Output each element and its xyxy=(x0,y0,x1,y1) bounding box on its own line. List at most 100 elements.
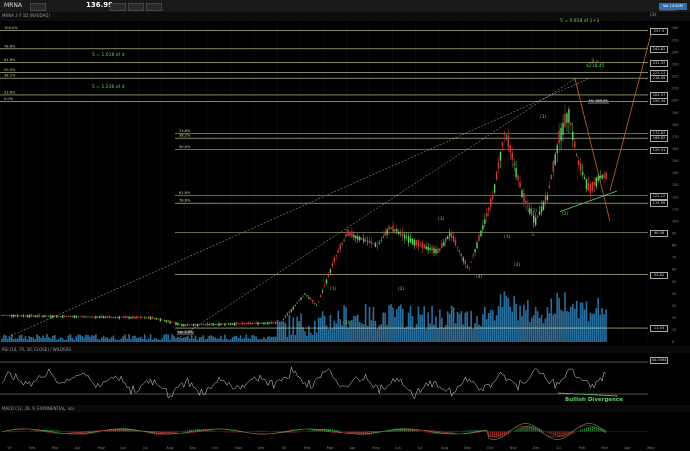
candle-body xyxy=(497,162,500,169)
volume-bar xyxy=(333,320,336,342)
volume-bar xyxy=(575,300,578,342)
candle-body xyxy=(52,315,54,318)
macd-histogram-bar xyxy=(558,431,560,437)
candle-body xyxy=(114,317,117,318)
volume-bar xyxy=(405,326,408,342)
candle-body xyxy=(155,317,158,320)
volume-bar xyxy=(573,308,576,342)
macd-histogram-bar xyxy=(452,431,455,433)
date-tick: Apr xyxy=(350,446,357,450)
volume-bar xyxy=(177,336,179,342)
macd-histogram-bar xyxy=(509,431,511,433)
volume-bar xyxy=(431,305,433,342)
volume-bar xyxy=(581,302,584,342)
volume-bar xyxy=(251,335,254,342)
volume-bar xyxy=(224,334,226,342)
candle-body xyxy=(362,238,365,242)
fib-label: 23.6% xyxy=(179,129,191,133)
candle-body xyxy=(24,315,27,317)
candle-body xyxy=(1,315,3,317)
volume-bar xyxy=(489,309,492,342)
macd-histogram-bar xyxy=(296,431,298,433)
volume-bar xyxy=(171,334,173,342)
volume-bar xyxy=(380,324,383,342)
volume-bar xyxy=(319,317,322,342)
candle-body xyxy=(484,219,486,224)
volume-bar xyxy=(263,337,265,342)
date-tick: Dec xyxy=(533,446,540,450)
date-tick: Aug xyxy=(166,446,173,450)
volume-bar xyxy=(484,307,486,342)
macd-histogram-bar xyxy=(548,431,550,434)
volume-bar xyxy=(356,314,359,342)
price-tick: 130 xyxy=(672,183,678,187)
candle-body xyxy=(505,135,508,137)
candle-body xyxy=(562,122,564,135)
candle-body xyxy=(490,198,492,207)
volume-bar xyxy=(534,306,537,342)
price-tick: 140 xyxy=(672,171,678,175)
macd-histogram-bar xyxy=(329,429,332,432)
price-tick: 180 xyxy=(672,123,678,127)
volume-bar xyxy=(394,316,396,342)
macd-histogram-bar xyxy=(345,431,347,433)
candle-body xyxy=(605,172,607,179)
candle-body xyxy=(118,316,120,319)
volume-bar xyxy=(480,326,482,342)
price-tick: 20 xyxy=(672,316,676,320)
candle-body xyxy=(536,215,539,218)
macd-histogram-bar xyxy=(91,431,93,434)
macd-histogram-bar xyxy=(230,431,232,433)
candle-body xyxy=(319,295,322,298)
volume-bar xyxy=(286,336,289,342)
volume-bar xyxy=(501,306,504,342)
wave-label: (4) xyxy=(476,274,483,280)
candle-body xyxy=(91,316,93,318)
volume-bar xyxy=(513,295,515,342)
candle-body xyxy=(382,236,384,238)
volume-bar xyxy=(294,334,297,342)
volume-bar xyxy=(556,292,558,342)
volume-bar xyxy=(560,309,562,342)
candle-body xyxy=(364,240,367,242)
price-tick: 150 xyxy=(672,159,678,163)
volume-bar xyxy=(409,305,412,342)
volume-bar xyxy=(96,338,99,342)
candle-body xyxy=(3,315,5,316)
volume-bar xyxy=(298,321,300,342)
volume-bar xyxy=(69,334,72,342)
candle-body xyxy=(527,205,529,207)
candle-body xyxy=(448,233,451,237)
macd-histogram-bar xyxy=(466,430,468,432)
volume-bar xyxy=(226,338,228,342)
volume-bar xyxy=(321,311,324,342)
candle-body xyxy=(183,324,185,327)
candle-body xyxy=(558,130,560,144)
volume-bar xyxy=(476,316,478,342)
candle-body xyxy=(93,316,95,318)
volume-bar xyxy=(200,337,203,342)
candle-body xyxy=(372,243,375,245)
volume-bar xyxy=(595,308,598,342)
price-tick: 230 xyxy=(672,62,678,66)
candle-body xyxy=(108,315,111,319)
volume-bar xyxy=(452,307,455,342)
candle-body xyxy=(402,231,404,237)
projection-line xyxy=(609,30,653,192)
volume-bar xyxy=(401,308,404,342)
candle-body xyxy=(282,319,285,320)
volume-bar xyxy=(255,336,257,342)
macd-histogram-bar xyxy=(56,430,58,432)
date-tick: Jun xyxy=(394,446,401,450)
volume-bar xyxy=(106,337,109,342)
fib-label: 61.8% xyxy=(179,191,191,195)
volume-bar xyxy=(104,337,107,342)
volume-bar xyxy=(376,329,379,342)
candle-body xyxy=(99,316,101,319)
volume-bar xyxy=(446,311,449,342)
candle-body xyxy=(179,324,181,325)
candle-body xyxy=(288,311,291,314)
fib-price-tag: 257.9 xyxy=(650,27,668,35)
candle-body xyxy=(46,315,48,317)
candle-body xyxy=(405,237,408,238)
